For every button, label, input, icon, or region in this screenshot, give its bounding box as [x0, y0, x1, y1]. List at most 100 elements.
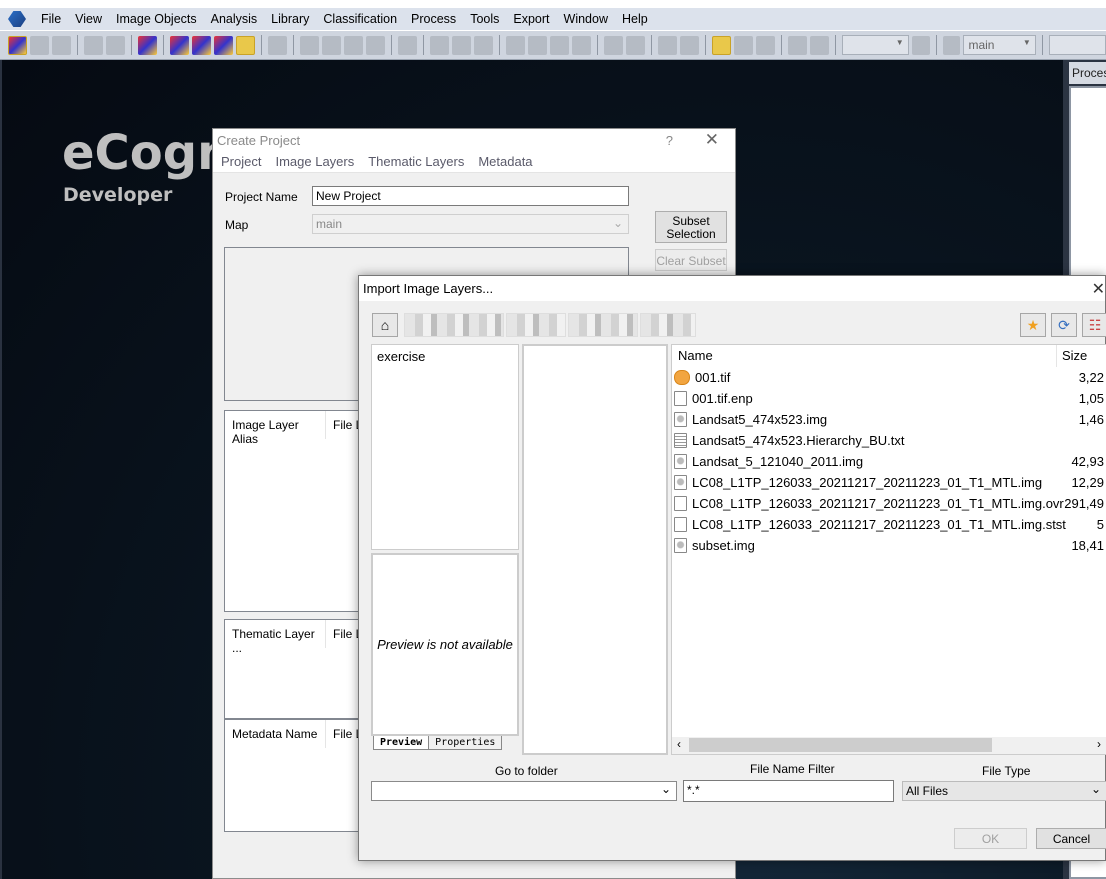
layout-3-icon[interactable]	[550, 35, 569, 55]
zoom-user-icon[interactable]	[756, 35, 775, 55]
cancel-button[interactable]: Cancel	[1036, 828, 1106, 849]
shape-icon[interactable]	[680, 35, 699, 55]
open-workspace-icon[interactable]	[106, 35, 125, 55]
image-view-icon[interactable]	[268, 35, 287, 55]
menu-help[interactable]: Help	[615, 12, 655, 26]
split-vertical-icon[interactable]	[322, 35, 341, 55]
scrollbar-thumb[interactable]	[689, 738, 992, 752]
file-row[interactable]: 001.tif.enp 1,05	[674, 388, 1106, 409]
toolbar-separator	[597, 35, 598, 55]
file-name-filter-input[interactable]: *.*	[683, 780, 894, 802]
zoom-out-icon[interactable]	[788, 35, 807, 55]
object-info-icon[interactable]	[236, 35, 255, 55]
tab-properties[interactable]: Properties	[429, 736, 503, 750]
menu-library[interactable]: Library	[264, 12, 316, 26]
compare-icon[interactable]	[366, 35, 385, 55]
file-row[interactable]: LC08_L1TP_126033_20211217_20211223_01_T1…	[674, 493, 1106, 514]
select-object-icon[interactable]	[604, 35, 623, 55]
external-window-icon[interactable]	[911, 35, 930, 55]
pan-view-1-icon[interactable]	[430, 35, 449, 55]
zoom-select[interactable]: ▼	[841, 35, 909, 55]
layout-4-icon[interactable]	[572, 35, 591, 55]
menu-classification[interactable]: Classification	[316, 12, 404, 26]
preview-pane: Preview is not available	[371, 553, 519, 736]
home-button[interactable]: ⌂	[372, 313, 398, 337]
tab-project[interactable]: Project	[221, 154, 261, 169]
menu-view[interactable]: View	[68, 12, 109, 26]
tab-metadata[interactable]: Metadata	[478, 154, 532, 169]
col-thematic-layer[interactable]: Thematic Layer ...	[225, 620, 326, 655]
image-layer-info-icon[interactable]	[170, 35, 189, 55]
clear-subset-button[interactable]: Clear Subset	[655, 249, 727, 271]
scroll-left-icon[interactable]: ‹	[677, 737, 681, 751]
horizontal-scrollbar[interactable]: ‹ ›	[672, 737, 1106, 754]
zoom-in-icon[interactable]	[810, 35, 829, 55]
tree-view-button[interactable]: ☷	[1082, 313, 1106, 337]
layout-2-icon[interactable]	[528, 35, 547, 55]
file-row[interactable]: Landsat5_474x523.Hierarchy_BU.txt	[674, 430, 1106, 451]
menu-image-objects[interactable]: Image Objects	[109, 12, 204, 26]
menu-tools[interactable]: Tools	[463, 12, 506, 26]
img-file-icon	[674, 454, 687, 469]
menu-file[interactable]: File	[34, 12, 68, 26]
file-row[interactable]: Landsat5_474x523.img 1,46	[674, 409, 1106, 430]
file-row[interactable]: Landsat_5_121040_2011.img 42,93	[674, 451, 1106, 472]
menu-export[interactable]: Export	[506, 12, 556, 26]
col-image-layer-alias[interactable]: Image Layer Alias	[225, 411, 326, 446]
col-name[interactable]: Name	[678, 348, 713, 363]
close-button[interactable]: ✕	[705, 130, 719, 150]
breadcrumb-segment[interactable]	[506, 313, 566, 337]
breadcrumb-segment[interactable]	[640, 313, 696, 337]
col-metadata-name[interactable]: Metadata Name	[225, 720, 326, 748]
brand-edition: Developer	[63, 184, 173, 206]
folder-tree[interactable]: exercise	[371, 344, 519, 550]
folder-item-exercise[interactable]: exercise	[372, 345, 518, 368]
layer-stack-icon[interactable]	[398, 35, 417, 55]
tab-thematic-layers[interactable]: Thematic Layers	[368, 154, 464, 169]
help-button[interactable]: ?	[666, 133, 673, 148]
subset-selection-button[interactable]: Subset Selection	[655, 211, 727, 243]
pan-view-2-icon[interactable]	[452, 35, 471, 55]
breadcrumb-segment[interactable]	[568, 313, 638, 337]
map-compare-icon[interactable]	[942, 35, 961, 55]
new-workspace-icon[interactable]	[84, 35, 103, 55]
ok-button[interactable]: OK	[954, 828, 1027, 849]
dialog-title: Create Project	[213, 129, 735, 151]
subfolder-list[interactable]	[522, 344, 668, 755]
file-type-select[interactable]: All Files ⌄	[902, 781, 1106, 801]
file-row[interactable]: subset.img 18,41	[674, 535, 1106, 556]
col-size[interactable]: Size	[1062, 348, 1087, 363]
scroll-right-icon[interactable]: ›	[1097, 737, 1101, 751]
layout-1-icon[interactable]	[506, 35, 525, 55]
view-settings-icon[interactable]	[138, 35, 157, 55]
menu-window[interactable]: Window	[557, 12, 615, 26]
menu-analysis[interactable]: Analysis	[204, 12, 265, 26]
file-row[interactable]: LC08_L1TP_126033_20211217_20211223_01_T1…	[674, 472, 1106, 493]
feature-view-icon[interactable]	[214, 35, 233, 55]
map-select[interactable]: main ▼	[963, 35, 1036, 55]
swipe-icon[interactable]	[344, 35, 363, 55]
go-to-folder-select[interactable]: ⌄	[371, 781, 677, 801]
pan-view-3-icon[interactable]	[474, 35, 493, 55]
process-tree-icon[interactable]	[192, 35, 211, 55]
breadcrumb-segment[interactable]	[404, 313, 504, 337]
create-project-icon[interactable]	[8, 35, 27, 55]
close-button[interactable]: ✕	[1092, 279, 1105, 299]
tab-preview[interactable]: Preview	[373, 736, 430, 750]
toolbar-extra-field[interactable]	[1048, 35, 1106, 55]
polygon-icon[interactable]	[658, 35, 677, 55]
tab-image-layers[interactable]: Image Layers	[275, 154, 354, 169]
project-name-input[interactable]: New Project	[312, 186, 629, 206]
split-horizontal-icon[interactable]	[300, 35, 319, 55]
file-row[interactable]: 001.tif 3,22	[674, 367, 1106, 388]
open-project-icon[interactable]	[30, 35, 49, 55]
hand-icon[interactable]	[734, 35, 753, 55]
pointer-icon[interactable]	[712, 35, 731, 55]
favorites-button[interactable]: ★	[1020, 313, 1046, 337]
file-row[interactable]: LC08_L1TP_126033_20211217_20211223_01_T1…	[674, 514, 1106, 535]
merge-object-icon[interactable]	[626, 35, 645, 55]
refresh-button[interactable]: ⟳	[1051, 313, 1077, 337]
save-project-icon[interactable]	[52, 35, 71, 55]
menu-process[interactable]: Process	[404, 12, 463, 26]
map-select[interactable]: main ⌄	[312, 214, 629, 234]
